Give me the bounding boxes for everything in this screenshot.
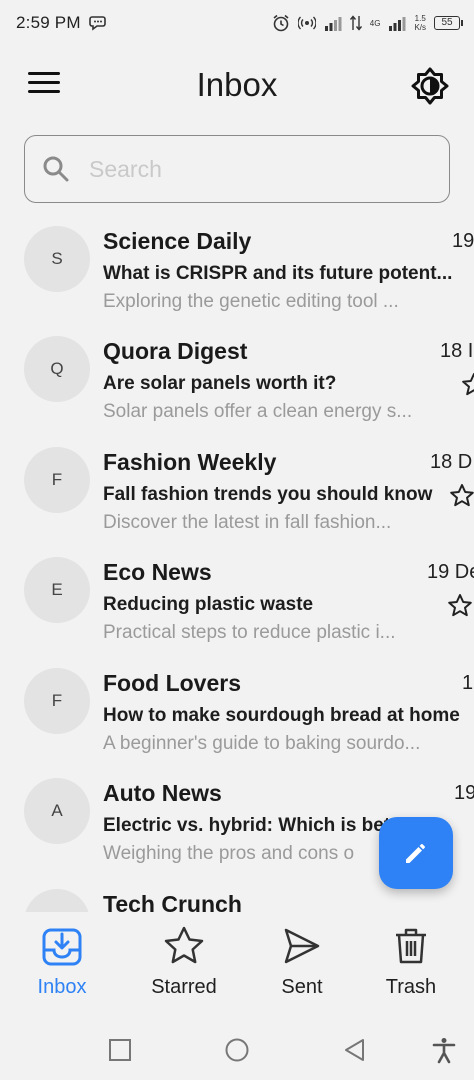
edit-pencil-icon [406,844,425,863]
nav-starred[interactable]: Starred [129,912,239,1018]
sender-avatar: T [24,889,90,912]
email-row[interactable]: F Fashion Weekly 18 D Fall fashion trend… [0,439,474,549]
network-speed-unit: K/s [414,23,426,32]
sender-name: Eco News [103,559,212,585]
status-time: 2:59 PM [16,13,81,32]
network-type-label: 4G [369,18,381,28]
trash-icon [396,928,426,964]
system-navigation-bar [0,1018,474,1080]
bottom-navigation: Inbox Starred Sent Trash [0,912,474,1018]
sender-avatar: E [24,557,90,623]
inbox-tray-icon [42,928,82,966]
search-input[interactable] [89,155,409,183]
nav-trash[interactable]: Trash [356,912,466,1018]
email-preview: Weighing the pros and cons o [103,843,355,864]
sender-avatar: F [24,447,90,513]
hotspot-icon [297,16,316,30]
sender-name: Science Daily [103,228,252,254]
page-title: Inbox [196,66,278,103]
star-icon [164,926,204,964]
nav-starred-label: Starred [151,976,217,998]
email-preview: Practical steps to reduce plastic i... [103,622,396,643]
email-date: 1 [462,672,474,694]
network-speed-value: 1.5 [414,14,426,23]
status-bar: 2:59 PM 4G 1.5 K/s 55 [0,0,474,46]
signal-strength-icon-2 [389,17,406,31]
nav-sent-label: Sent [281,976,323,998]
email-preview: Exploring the genetic editing tool ... [103,291,399,312]
email-date: 19 [454,782,474,804]
email-row[interactable]: Q Quora Digest 18 I Are solar panels wor… [0,328,474,438]
star-icon[interactable] [447,593,473,619]
email-subject: Fall fashion trends you should know [103,484,433,505]
sender-avatar: S [24,226,90,292]
sender-name: Auto News [103,780,222,806]
data-transfer-icon [349,15,362,31]
star-icon[interactable] [461,372,474,398]
email-subject: What is CRISPR and its future potent... [103,263,453,284]
nav-trash-label: Trash [385,976,437,998]
sender-name: Tech Crunch [103,891,242,912]
sender-avatar: F [24,668,90,734]
email-date: 18 I [440,340,474,362]
nav-inbox[interactable]: Inbox [7,912,117,1018]
sender-avatar: Q [24,336,90,402]
email-subject: Are solar panels worth it? [103,373,337,394]
back-icon[interactable] [341,1036,369,1064]
email-preview: Solar panels offer a clean energy s... [103,401,413,422]
email-date: 18 D [430,451,473,473]
battery-indicator: 55 [434,16,463,30]
compose-button[interactable] [379,817,453,889]
email-row[interactable]: F Food Lovers 1 How to make sourdough br… [0,660,474,770]
nav-inbox-label: Inbox [37,976,87,998]
sender-name: Fashion Weekly [103,449,277,475]
recent-apps-icon[interactable] [106,1036,134,1064]
alarm-icon [273,14,289,32]
email-subject: How to make sourdough bread at home [103,705,460,726]
home-icon[interactable] [223,1036,251,1064]
email-subject: Electric vs. hybrid: Which is better [103,815,415,836]
brightness-icon[interactable] [410,66,450,106]
email-preview: A beginner's guide to baking sourdo... [103,733,421,754]
email-row[interactable]: E Eco News 19 De Reducing plastic waste … [0,549,474,659]
nav-sent[interactable]: Sent [247,912,357,1018]
app-bar: Inbox [0,50,474,122]
star-icon[interactable] [449,483,474,509]
sender-name: Food Lovers [103,670,242,696]
send-icon [284,928,320,964]
email-preview: Discover the latest in fall fashion... [103,512,392,533]
email-date: 19 De [427,561,474,583]
chat-notification-icon [88,16,106,31]
email-subject: Reducing plastic waste [103,594,314,615]
sender-avatar: A [24,778,90,844]
email-list[interactable]: S Science Daily 19 What is CRISPR and it… [0,210,474,912]
search-bar[interactable] [24,135,450,203]
sender-name: Quora Digest [103,338,248,364]
email-row[interactable]: S Science Daily 19 What is CRISPR and it… [0,218,474,328]
network-speed: 1.5 K/s [414,14,426,32]
accessibility-icon[interactable] [430,1036,458,1064]
signal-strength-icon [324,17,342,31]
search-icon [43,156,69,182]
email-date: 19 [452,230,474,252]
